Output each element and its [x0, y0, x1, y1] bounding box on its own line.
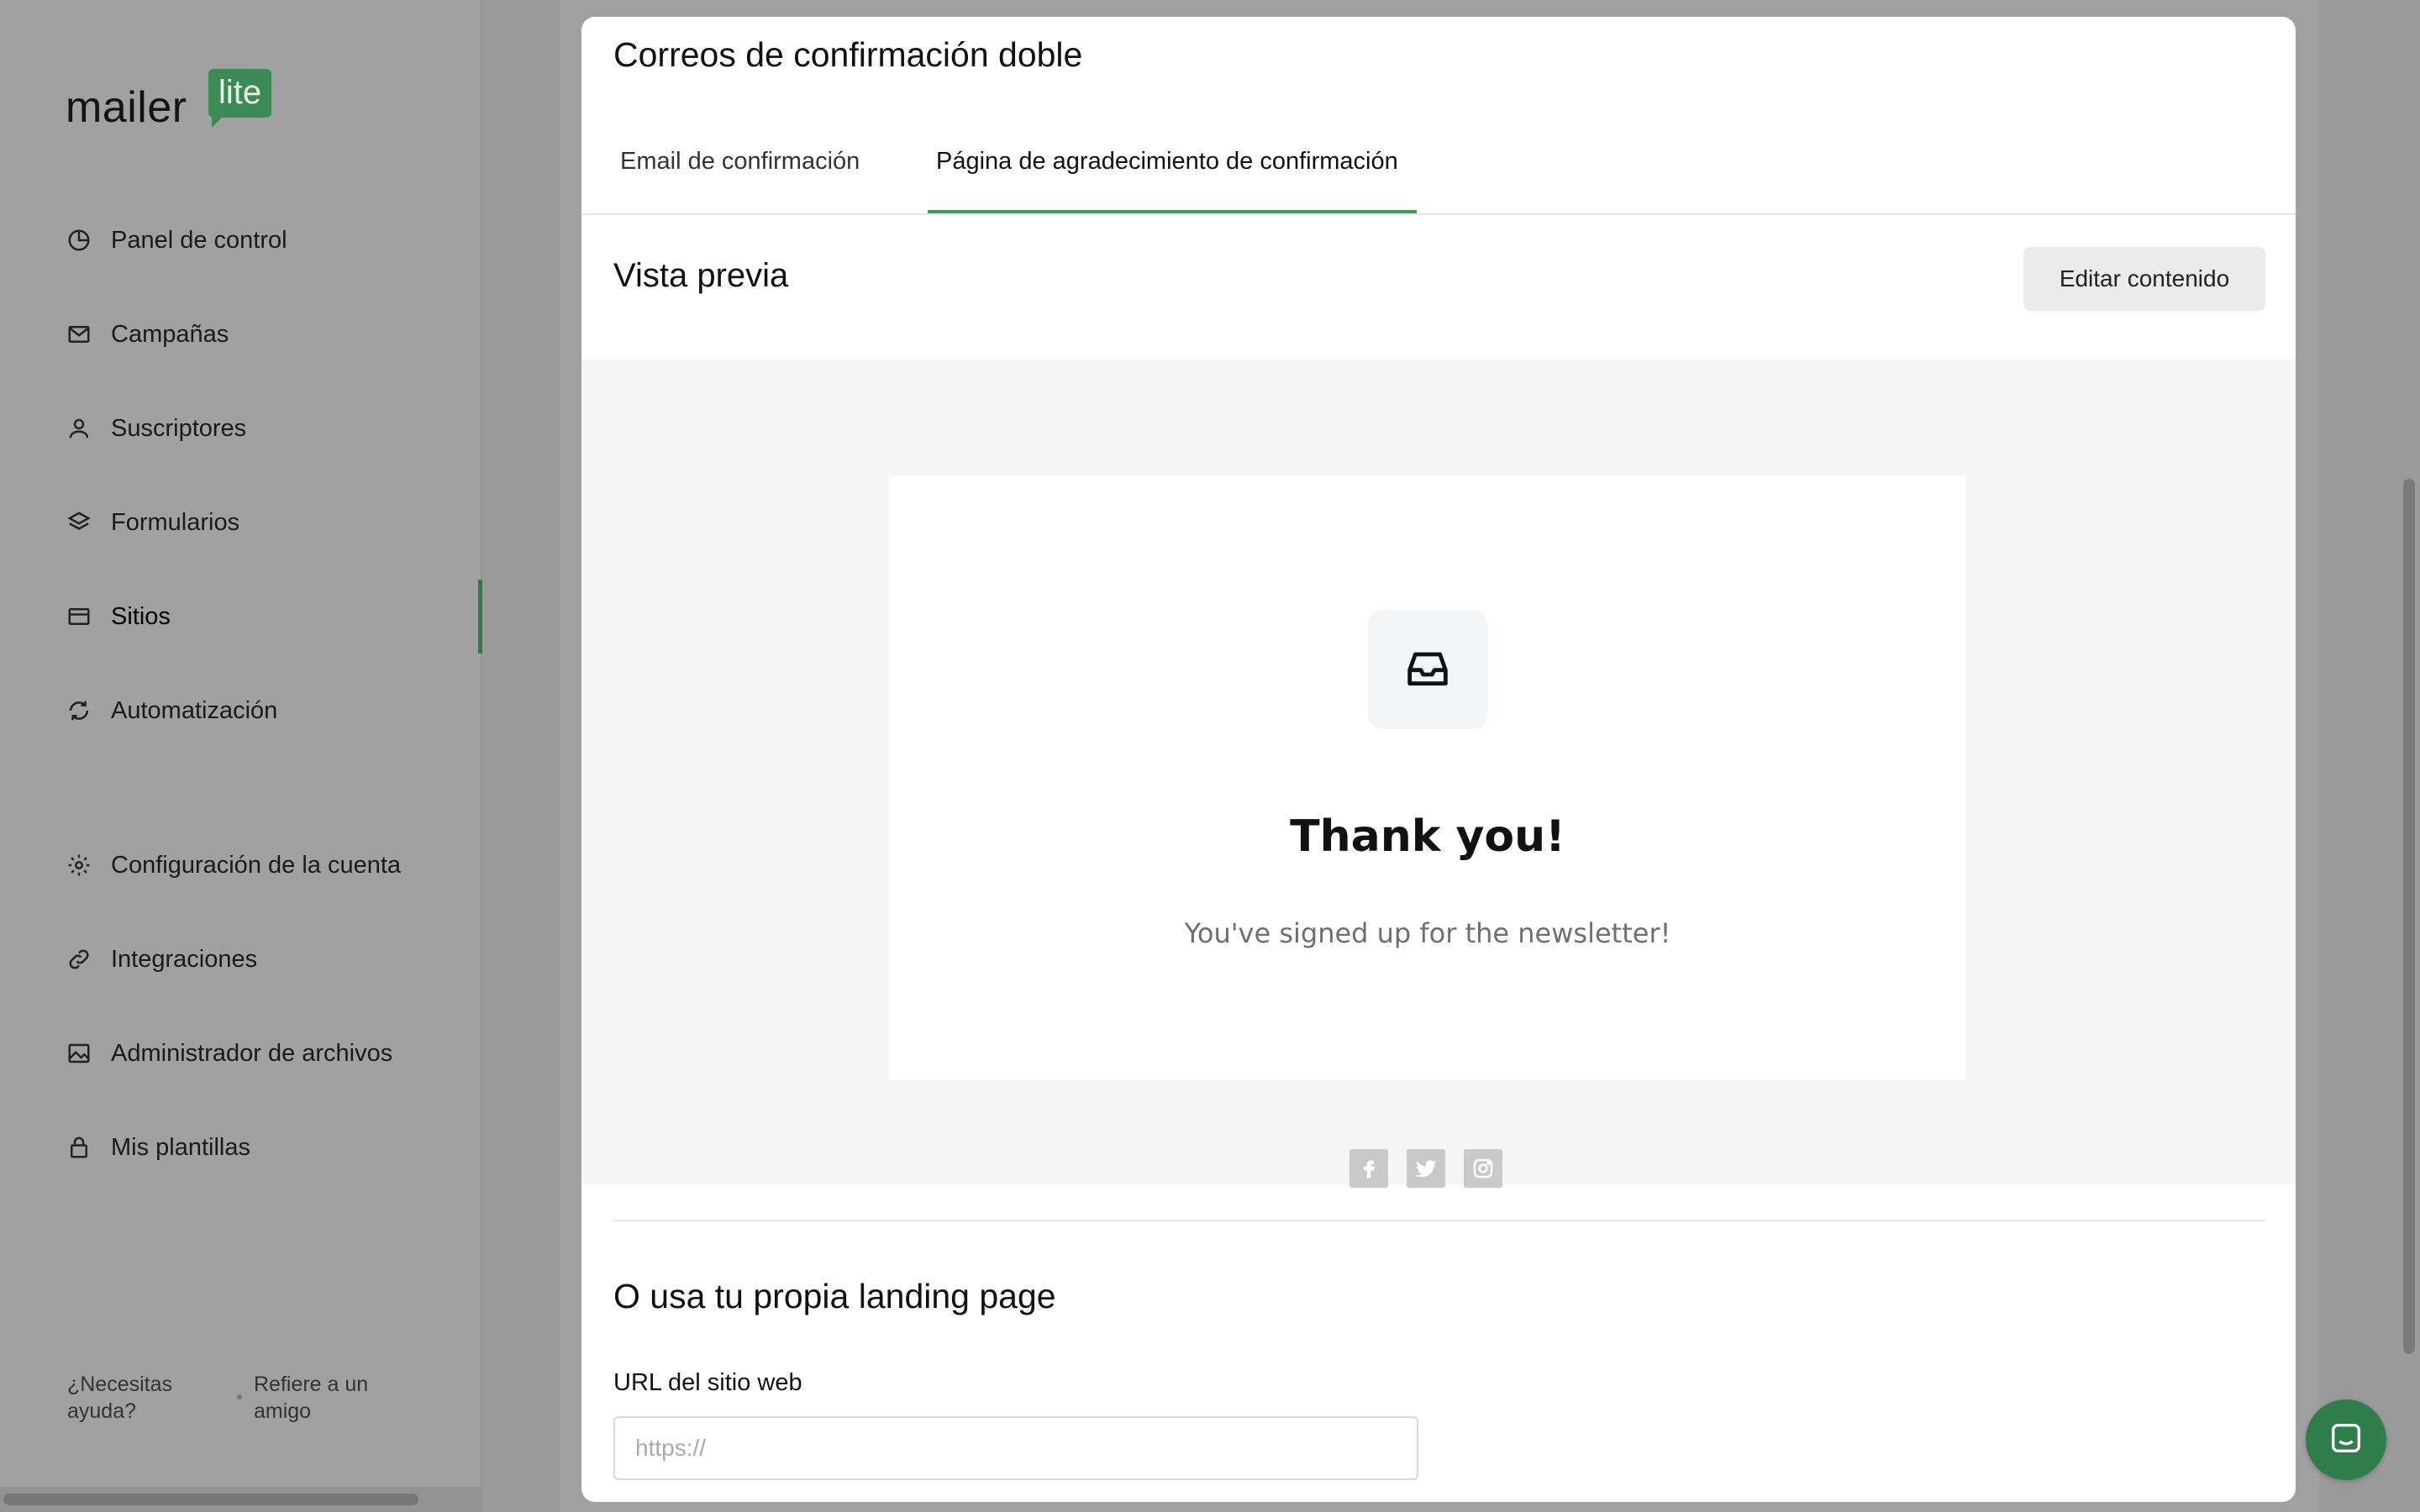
logo-word: mailer [66, 83, 187, 132]
tab-email-confirmacion[interactable]: Email de confirmación [620, 148, 860, 213]
horizontal-scrollbar[interactable] [0, 1487, 482, 1512]
preview-heading: Vista previa [613, 257, 789, 294]
active-tab-underline [928, 210, 1417, 213]
lock-icon [66, 1134, 92, 1161]
sidebar: mailer lite Panel de control Campañas Su… [0, 0, 482, 1512]
sidebar-item-automatizacion[interactable]: Automatización [66, 685, 469, 736]
browser-icon [66, 603, 92, 630]
sidebar-item-archivos[interactable]: Administrador de archivos [66, 1028, 469, 1079]
sidebar-item-integraciones[interactable]: Integraciones [66, 934, 469, 984]
user-icon [66, 415, 92, 442]
sidebar-item-campanas[interactable]: Campañas [66, 309, 469, 360]
sidebar-item-panel-de-control[interactable]: Panel de control [66, 215, 469, 265]
url-label: URL del sitio web [613, 1369, 802, 1396]
refresh-icon [66, 697, 92, 724]
tab-bar: Email de confirmación Página de agradeci… [581, 118, 2296, 215]
confirmation-modal: Correos de confirmación doble Email de c… [581, 17, 2296, 1502]
sidebar-item-suscriptores[interactable]: Suscriptores [66, 403, 469, 454]
pie-chart-icon [66, 227, 92, 254]
vertical-scrollbar[interactable] [2400, 0, 2420, 1512]
sidebar-item-label: Integraciones [111, 945, 258, 973]
sidebar-item-label: Sitios [111, 602, 171, 630]
sidebar-item-label: Automatización [111, 696, 278, 724]
scrollbar-thumb[interactable] [3, 1494, 418, 1505]
inbox-icon [1401, 641, 1455, 699]
instagram-icon[interactable] [1464, 1149, 1502, 1188]
sidebar-item-configuracion[interactable]: Configuración de la cuenta [66, 840, 469, 890]
sidebar-item-label: Campañas [111, 320, 229, 348]
refer-link[interactable]: Refiere a un amigo [254, 1371, 422, 1425]
chat-icon [2327, 1419, 2365, 1462]
signed-up-text: You've signed up for the newsletter! [1184, 917, 1671, 949]
sidebar-item-formularios[interactable]: Formularios [66, 497, 469, 548]
layers-icon [66, 509, 92, 536]
twitter-icon[interactable] [1407, 1149, 1445, 1188]
website-url-input[interactable] [613, 1416, 1418, 1480]
sidebar-item-label: Panel de control [111, 226, 287, 254]
help-link[interactable]: ¿Necesitas ayuda? [67, 1371, 218, 1425]
link-icon [66, 946, 92, 973]
social-icons [1349, 1149, 1502, 1188]
sidebar-item-label: Configuración de la cuenta [111, 851, 402, 879]
sidebar-item-label: Administrador de archivos [111, 1039, 393, 1067]
inbox-icon-box [1368, 610, 1487, 729]
tab-pagina-agradecimiento[interactable]: Página de agradecimiento de confirmación [936, 148, 1398, 213]
separator-dot [237, 1394, 242, 1399]
image-icon [66, 1040, 92, 1067]
section-divider [613, 1220, 2265, 1221]
sidebar-item-sitios[interactable]: Sitios [66, 591, 469, 642]
mail-icon [66, 321, 92, 348]
preview-card: Thank you! You've signed up for the news… [889, 475, 1966, 1080]
sidebar-item-label: Formularios [111, 508, 240, 536]
thank-you-heading: Thank you! [1290, 811, 1565, 862]
mailerlite-logo[interactable]: mailer lite [66, 67, 284, 134]
active-indicator [478, 580, 482, 654]
logo-badge: lite [208, 69, 272, 128]
facebook-icon[interactable] [1349, 1149, 1388, 1188]
sidebar-item-plantillas[interactable]: Mis plantillas [66, 1122, 469, 1173]
sidebar-item-label: Mis plantillas [111, 1133, 250, 1161]
edit-content-button[interactable]: Editar contenido [2023, 247, 2265, 311]
scrollbar-thumb[interactable] [2403, 479, 2415, 1354]
modal-title: Correos de confirmación doble [613, 35, 1083, 74]
own-landing-heading: O usa tu propia landing page [613, 1277, 1056, 1315]
preview-area: Thank you! You've signed up for the news… [581, 360, 2296, 1188]
gear-icon [66, 852, 92, 879]
chat-button[interactable] [2306, 1399, 2386, 1480]
sidebar-item-label: Suscriptores [111, 414, 247, 442]
